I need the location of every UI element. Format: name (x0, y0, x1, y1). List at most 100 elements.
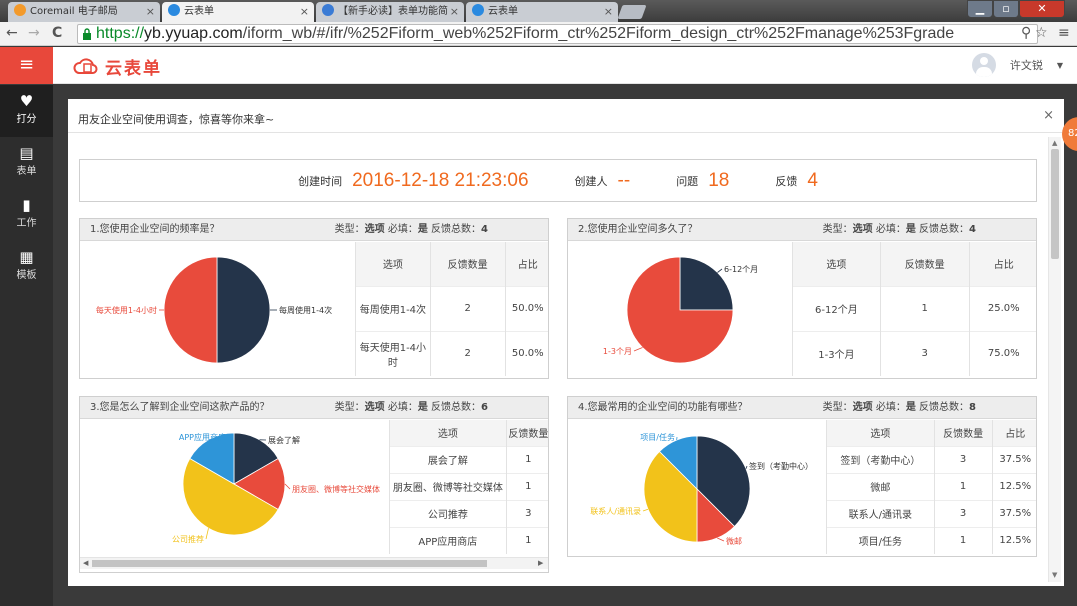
maximize-icon[interactable]: ▫ (993, 0, 1019, 18)
heart-icon: ♥ (19, 92, 34, 110)
pie-slice[interactable] (163, 256, 218, 364)
sidebar-item-work[interactable]: ▮ 工作 (0, 189, 53, 241)
reload-icon[interactable]: C (52, 25, 62, 41)
user-menu[interactable]: 许文锐 ▼ (971, 53, 1063, 77)
logo-text: 云表单 (105, 58, 162, 79)
question-meta: 类型：选项 必填：是 反馈总数：6 (334, 402, 488, 413)
minimize-icon[interactable]: ▁ (967, 0, 993, 18)
col-ratio-header: 占比 (991, 420, 1036, 446)
url-host: yb.yyuap.com (144, 25, 243, 42)
app-header: ≡ 云表单 许文锐 ▼ (0, 47, 1077, 84)
pie-leader-line (745, 465, 748, 469)
close-icon[interactable]: × (1043, 108, 1054, 123)
app-logo[interactable]: 云表单 (73, 53, 162, 79)
question-count-value: 18 (708, 169, 730, 191)
close-tab-icon[interactable]: × (146, 2, 155, 21)
table-row: 公司推荐 3 (389, 499, 548, 527)
form-icon: ▤ (19, 144, 34, 162)
sidebar-item-forms[interactable]: ▤ 表单 (0, 137, 53, 189)
col-option-header: 选项 (389, 420, 507, 446)
feedback-count-value: 4 (807, 169, 818, 191)
question-title: 2.您使用企业空间多久了？ (578, 224, 698, 235)
sidebar-item-score[interactable]: ♥ 打分 (0, 85, 53, 137)
question-header: 3.您是怎么了解到企业空间这款产品的？ 类型：选项 必填：是 反馈总数：6 (80, 397, 548, 419)
option-table: 选项 反馈数量 展会了解 1 朋友圈、微博等社交媒体 1 公司推荐 3 APP应用商店 1 (389, 420, 548, 554)
browser-tab-coremail[interactable]: Coremail 电子邮局 × (8, 2, 160, 22)
question-card-3: 3.您是怎么了解到企业空间这款产品的？ 类型：选项 必填：是 反馈总数：6 展会… (79, 396, 549, 573)
option-table: 选项 反馈数量 占比 每周使用1-4次 2 50.0% 每天使用1-4小时 2 50.0% (355, 242, 548, 376)
browser-tab-yunbiaodan[interactable]: 云表单 × (162, 2, 314, 22)
table-row: APP应用商店 1 (389, 526, 548, 554)
browser-tab-strip: Coremail 电子邮局 × 云表单 × 【新手必读】表单功能简 × 云表单 × ▁ … (0, 0, 1077, 22)
pie-leader-line (633, 347, 643, 352)
close-tab-icon[interactable]: × (604, 2, 613, 21)
url-scheme: https:// (96, 25, 145, 42)
url-field[interactable]: https://yb.yyuap.com/iform_wb/#/ifr/%252… (77, 24, 1038, 44)
caret-down-icon[interactable]: ▼ (1057, 61, 1063, 70)
pie-leader-line (717, 268, 723, 273)
cloud-favicon-icon (472, 4, 484, 16)
survey-result-dialog: 用友企业空间使用调查，惊喜等你来拿~ × 创建时间 2016-12-18 21:… (68, 99, 1064, 586)
table-row: 6-12个月 1 25.0% (792, 285, 1036, 331)
dialog-title: 用友企业空间使用调查，惊喜等你来拿~ (68, 99, 1064, 133)
pie-leader-line (205, 528, 209, 540)
pie-chart: 6-12个月 1-3个月 (603, 256, 758, 364)
pie-slice-label: 1-3个月 (603, 347, 632, 356)
new-tab-button[interactable] (617, 5, 647, 19)
close-tab-icon[interactable]: × (450, 2, 459, 21)
scrollbar-thumb[interactable] (1051, 149, 1059, 259)
sidebar-item-label: 模板 (16, 270, 37, 281)
pie-chart: 每周使用1-4次 每天使用1-4小时 (96, 256, 332, 364)
col-count-header: 反馈数量 (933, 420, 993, 446)
floating-count-badge[interactable]: 82 (1062, 117, 1077, 151)
briefcase-icon: ▮ (22, 196, 31, 214)
scroll-up-icon[interactable]: ▲ (1052, 139, 1057, 147)
table-row: 微邮 1 12.5% (826, 472, 1036, 500)
user-name[interactable]: 许文锐 (1010, 57, 1043, 73)
table-row: 朋友圈、微博等社交媒体 1 (389, 472, 548, 500)
scroll-down-icon[interactable]: ▼ (1052, 571, 1057, 579)
scroll-right-icon[interactable]: ▶ (538, 558, 543, 569)
scroll-left-icon[interactable]: ◀ (83, 558, 88, 569)
pie-slice-label: 签到（考勤中心） (749, 461, 813, 471)
option-table: 选项 反馈数量 占比 6-12个月 1 25.0% 1-3个月 3 75.0% (792, 242, 1036, 376)
window-close-icon[interactable]: ✕ (1019, 0, 1065, 18)
survey-summary: 创建时间 2016-12-18 21:23:06 创建人 -- 问题 18 反馈… (79, 159, 1037, 202)
scrollbar-thumb[interactable] (92, 560, 487, 567)
question-title: 4.您最常用的企业空间的功能有哪些？ (578, 402, 748, 413)
pie-slice-label: 展会了解 (268, 435, 300, 445)
table-row: 联系人/通讯录 3 37.5% (826, 499, 1036, 527)
hamburger-menu-icon[interactable]: ≡ (0, 47, 53, 84)
question-count-label: 问题 (676, 174, 699, 188)
pie-slice[interactable] (216, 256, 271, 364)
question-meta: 类型：选项 必填：是 反馈总数：4 (822, 224, 976, 235)
cloud-favicon-icon (168, 4, 180, 16)
question-card-2: 2.您使用企业空间多久了？ 类型：选项 必填：是 反馈总数：4 6-12个月 1-… (567, 218, 1037, 379)
question-card-1: 1.您使用企业空间的频率是？ 类型：选项 必填：是 反馈总数：4 每周使用1-4… (79, 218, 549, 379)
close-tab-icon[interactable]: × (300, 2, 309, 21)
sidebar-item-label: 工作 (16, 218, 37, 229)
bookmark-star-icon[interactable]: ☆ (1035, 25, 1048, 41)
browser-tab-guide[interactable]: 【新手必读】表单功能简 × (316, 2, 464, 22)
question-card-4: 4.您最常用的企业空间的功能有哪些？ 类型：选项 必填：是 反馈总数：8 签到（… (567, 396, 1037, 557)
forward-arrow-icon[interactable]: → (28, 25, 40, 41)
col-count-header: 反馈数量 (429, 242, 506, 286)
pie-slice-label: 微邮 (726, 536, 742, 546)
browser-menu-icon[interactable]: ≡ (1058, 25, 1070, 41)
table-row: 项目/任务 1 12.5% (826, 526, 1036, 554)
sidebar-item-templates[interactable]: ▦ 模板 (0, 241, 53, 293)
zoom-icon[interactable]: ⚲ (1021, 25, 1031, 41)
browser-tab-yunbiaodan-2[interactable]: 云表单 × (466, 2, 618, 22)
question-header: 1.您使用企业空间的频率是？ 类型：选项 必填：是 反馈总数：4 (80, 219, 548, 241)
pie-slice-label: 6-12个月 (724, 265, 758, 274)
table-row: 展会了解 1 (389, 445, 548, 473)
created-time-value: 2016-12-18 21:23:06 (352, 169, 529, 191)
vertical-scrollbar[interactable]: ▲ ▼ (1048, 137, 1061, 582)
address-bar-row: ← → C https://yb.yyuap.com/iform_wb/#/if… (0, 22, 1077, 46)
horizontal-scrollbar[interactable]: ◀ ▶ (80, 557, 548, 569)
back-arrow-icon[interactable]: ← (6, 25, 18, 41)
created-time-label: 创建时间 (298, 174, 343, 188)
option-table: 选项 反馈数量 占比 签到（考勤中心） 3 37.5% 微邮 1 12.5% 联系人/通讯录… (826, 420, 1036, 554)
col-count-header: 反馈数量 (879, 242, 970, 286)
avatar[interactable] (971, 53, 996, 77)
